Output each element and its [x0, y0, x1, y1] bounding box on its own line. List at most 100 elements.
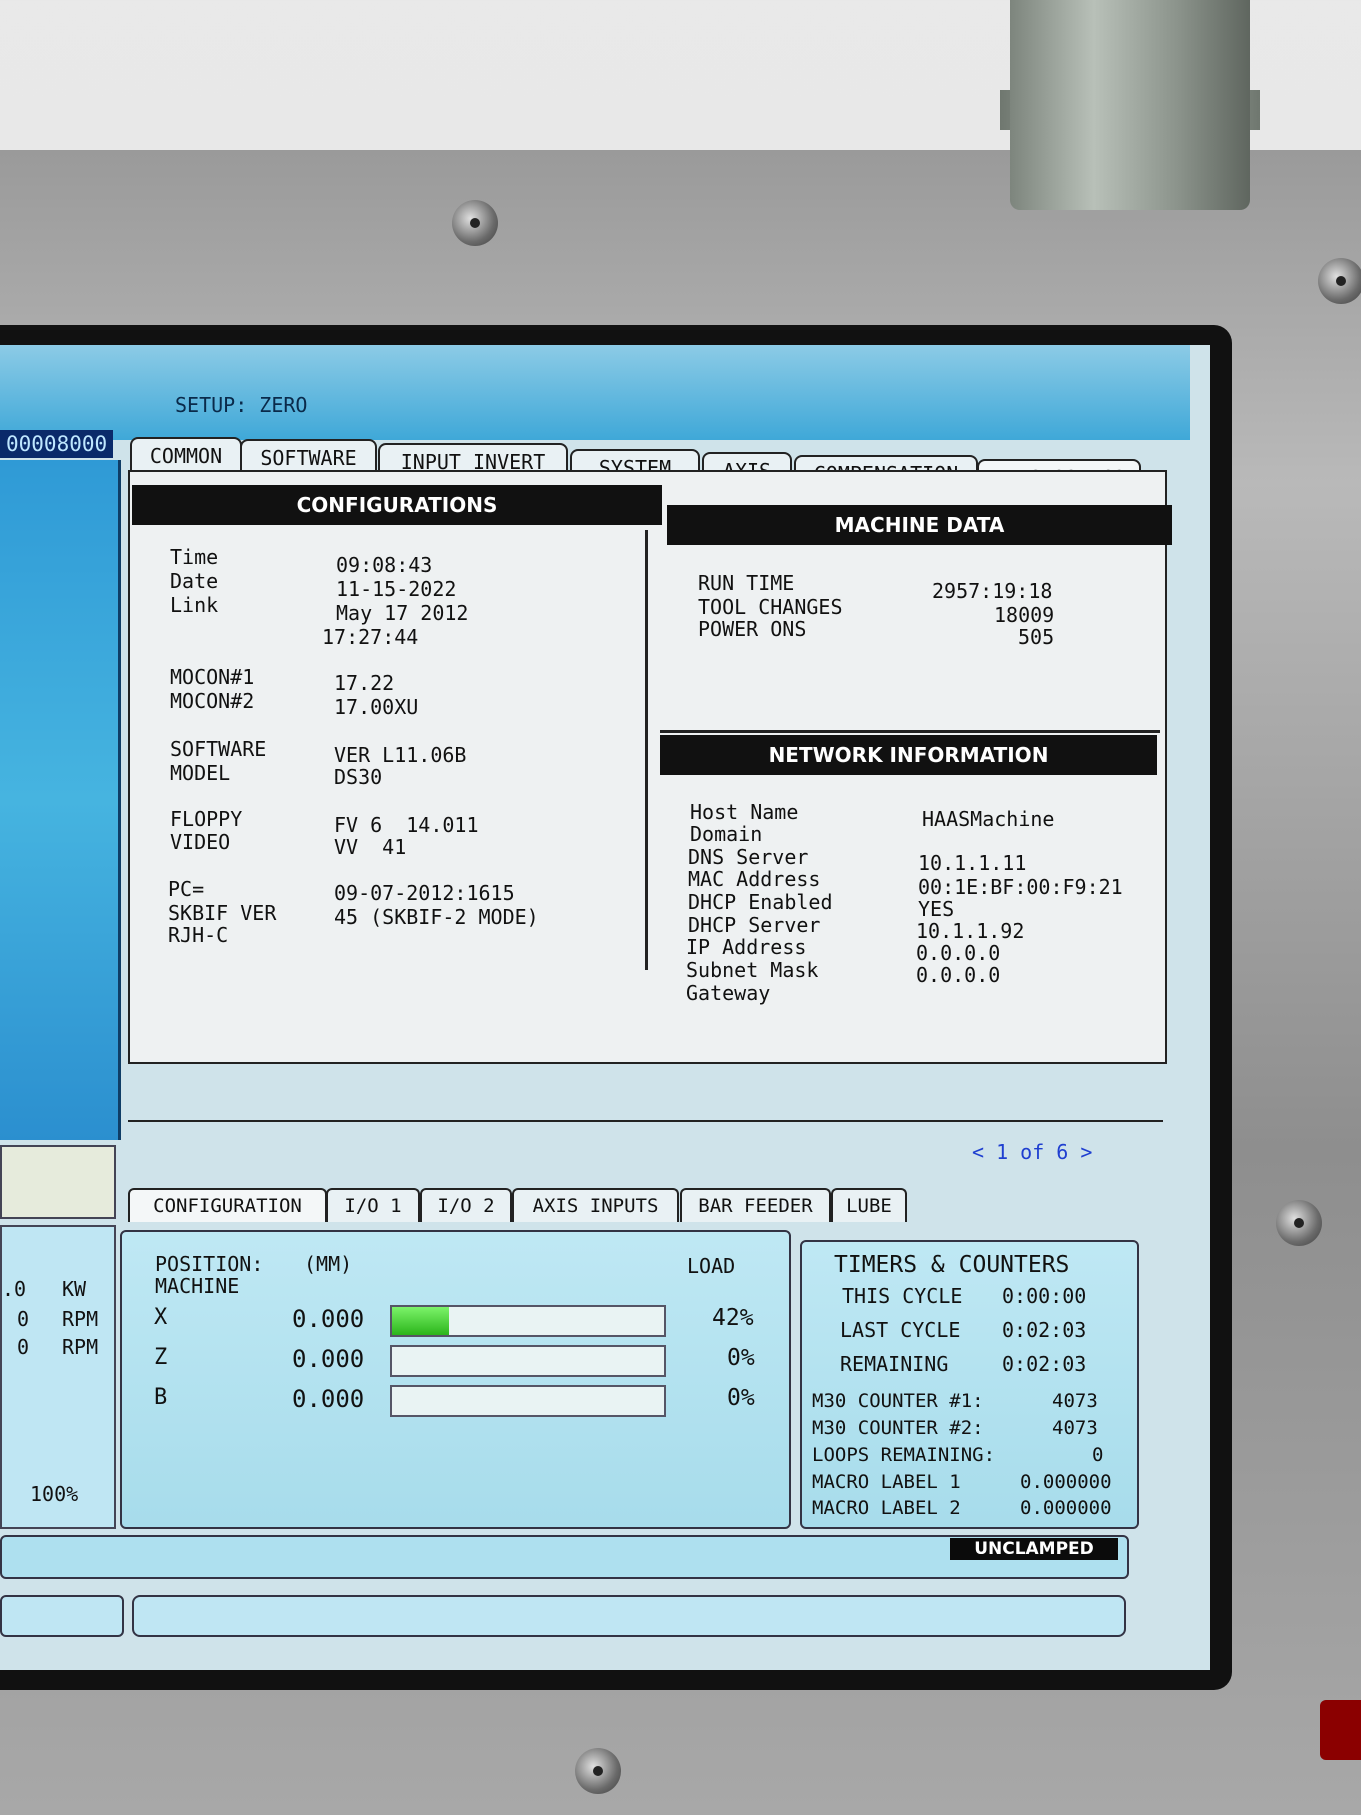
machine-data-value: 505 — [1018, 625, 1055, 649]
counter-value: 0 — [1092, 1444, 1104, 1466]
setup-mode: SETUP: ZERO — [175, 393, 308, 417]
timer-value: 0:00:00 — [1002, 1284, 1087, 1308]
config-label: Link — [170, 593, 219, 617]
axis-label: B — [154, 1385, 168, 1410]
counter-label: MACRO LABEL 1 — [812, 1471, 961, 1493]
network-label: Domain — [690, 822, 763, 846]
config-value: 17.00XU — [334, 695, 419, 719]
counter-value: 4073 — [1052, 1390, 1098, 1412]
tab-common[interactable]: COMMON — [130, 437, 242, 473]
machine-data-label: POWER ONS — [698, 617, 807, 641]
counter-display: 00008000 — [0, 430, 114, 458]
network-label: DHCP Enabled — [688, 890, 833, 914]
left-info-panel — [0, 1145, 116, 1219]
screw-icon — [575, 1748, 621, 1794]
left-program-panel — [0, 460, 121, 1140]
tab-io-2[interactable]: I/O 2 — [420, 1188, 512, 1222]
spindle-rpm2-unit: RPM — [62, 1335, 99, 1359]
config-label: RJH-C — [168, 923, 229, 947]
coolant-pipe — [1010, 0, 1250, 210]
network-value: 00:1E:BF:00:F9:21 — [918, 875, 1123, 899]
config-label: Date — [170, 569, 219, 593]
machine-data-header: MACHINE DATA — [667, 505, 1172, 545]
cnc-screen: SETUP: ZERO 00008000 .0 KW 0 RPM 0 RPM 1… — [0, 345, 1210, 1670]
input-line[interactable] — [132, 1595, 1126, 1637]
position-units: (MM) — [304, 1252, 353, 1276]
load-bar — [390, 1345, 666, 1377]
config-value: 17:27:44 — [322, 625, 419, 649]
config-value: DS30 — [334, 765, 383, 789]
tab-lube[interactable]: LUBE — [831, 1188, 907, 1222]
network-label: MAC Address — [688, 867, 821, 891]
network-value: 10.1.1.92 — [916, 919, 1025, 943]
position-panel: POSITION: (MM) MACHINE LOAD X 0.000 42% … — [120, 1230, 791, 1529]
axis-load: 0% — [727, 1385, 755, 1411]
counter-label: LOOPS REMAINING: — [812, 1444, 996, 1466]
counter-label: MACRO LABEL 2 — [812, 1497, 961, 1519]
config-value: 45 (SKBIF-2 MODE) — [334, 905, 539, 929]
spindle-rpm2-value: 0 — [17, 1335, 30, 1359]
network-label: DNS Server — [688, 845, 809, 869]
config-value: VV 41 — [334, 835, 407, 859]
counter-value: 0.000000 — [1020, 1471, 1112, 1493]
config-label: SKBIF VER — [168, 901, 277, 925]
position-mode: MACHINE — [155, 1274, 240, 1298]
clamp-status-badge: UNCLAMPED — [950, 1538, 1118, 1560]
timers-title: TIMERS & COUNTERS — [834, 1252, 1070, 1278]
page-indicator[interactable]: < 1 of 6 > — [972, 1140, 1092, 1164]
config-value: 09-07-2012:1615 — [334, 881, 515, 905]
config-label: Time — [170, 545, 219, 569]
spindle-panel: .0 KW 0 RPM 0 RPM 100% — [0, 1225, 116, 1529]
config-label: PC= — [168, 877, 205, 901]
config-value: 09:08:43 — [336, 553, 433, 577]
network-label: IP Address — [686, 935, 807, 959]
handle — [1320, 1700, 1361, 1760]
tab-io-1[interactable]: I/O 1 — [326, 1188, 420, 1222]
panel-divider — [128, 1120, 1163, 1122]
tab-bar-feeder[interactable]: BAR FEEDER — [680, 1188, 831, 1222]
spindle-rpm-unit: RPM — [62, 1307, 99, 1331]
network-label: DHCP Server — [688, 913, 821, 937]
input-box-left[interactable] — [0, 1595, 124, 1637]
network-value: 0.0.0.0 — [916, 963, 1001, 987]
counter-value: 4073 — [1052, 1417, 1098, 1439]
config-label: SOFTWARE — [170, 737, 267, 761]
axis-load: 42% — [712, 1305, 754, 1331]
spindle-kw-value: .0 — [2, 1277, 27, 1301]
panel-divider — [645, 530, 648, 970]
timers-panel: TIMERS & COUNTERS THIS CYCLE 0:00:00 LAS… — [800, 1240, 1139, 1529]
network-value: HAASMachine — [922, 807, 1055, 831]
axis-load: 0% — [727, 1345, 755, 1371]
config-label: VIDEO — [170, 830, 231, 854]
axis-position: 0.000 — [292, 1305, 365, 1333]
network-label: Subnet Mask — [686, 958, 819, 982]
axis-label: Z — [154, 1345, 168, 1370]
axis-position: 0.000 — [292, 1385, 365, 1413]
network-label: Gateway — [686, 981, 771, 1005]
timer-label: REMAINING — [840, 1352, 949, 1376]
timer-label: LAST CYCLE — [840, 1318, 961, 1342]
load-label: LOAD — [687, 1254, 736, 1278]
counter-label: M30 COUNTER #1: — [812, 1390, 984, 1412]
network-value: 10.1.1.11 — [918, 851, 1027, 875]
machine-data-value: 18009 — [994, 603, 1055, 627]
config-value: FV 6 14.011 — [334, 813, 479, 837]
timer-value: 0:02:03 — [1002, 1318, 1087, 1342]
tab-axis-inputs[interactable]: AXIS INPUTS — [512, 1188, 679, 1222]
panel-divider — [660, 730, 1160, 733]
load-bar-fill — [392, 1307, 450, 1335]
counter-label: M30 COUNTER #2: — [812, 1417, 984, 1439]
config-label: MOCON#1 — [170, 665, 255, 689]
spindle-kw-unit: KW — [62, 1277, 87, 1301]
header-bar: SETUP: ZERO — [0, 345, 1190, 440]
config-value: VER L11.06B — [334, 743, 467, 767]
load-bar — [390, 1385, 666, 1417]
network-info-header: NETWORK INFORMATION — [660, 735, 1157, 775]
config-value: 17.22 — [334, 671, 395, 695]
config-value: 11-15-2022 — [336, 577, 457, 601]
screw-icon — [1318, 258, 1361, 304]
tab-configuration[interactable]: CONFIGURATION — [128, 1188, 327, 1222]
machine-data-value: 2957:19:18 — [932, 579, 1053, 603]
timer-label: THIS CYCLE — [842, 1284, 963, 1308]
screw-icon — [1276, 1200, 1322, 1246]
